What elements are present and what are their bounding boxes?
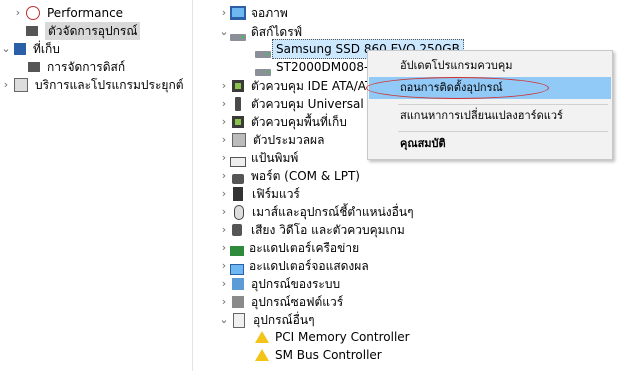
device-category-system[interactable]: › อุปกรณ์ของระบบ xyxy=(218,275,340,293)
display-adapter-icon xyxy=(230,263,244,275)
device-category-ide[interactable]: › ตัวควบคุม IDE ATA/AT xyxy=(218,77,373,95)
speaker-icon xyxy=(232,224,242,236)
disk-drive-icon xyxy=(255,68,271,76)
device-category-software[interactable]: › อุปกรณ์ซอฟต์แวร์ xyxy=(218,293,343,311)
performance-icon xyxy=(26,6,40,20)
device-item-sm-bus-controller[interactable]: SM Bus Controller xyxy=(253,346,382,364)
device-category-mice[interactable]: › เมาส์และอุปกรณ์ชี้ตำแหน่งอื่นๆ xyxy=(218,203,414,221)
chevron-right-icon[interactable]: › xyxy=(218,77,230,95)
usb-icon xyxy=(235,97,241,111)
tree-item-device-manager[interactable]: ตัวจัดการอุปกรณ์ xyxy=(12,22,141,40)
chevron-right-icon[interactable]: › xyxy=(218,149,230,167)
device-manager-icon xyxy=(26,26,38,36)
category-label: อุปกรณ์ซอฟต์แวร์ xyxy=(251,295,344,309)
category-label: เสียง วิดีโอ และตัวควบคุมเกม xyxy=(251,223,405,237)
warning-icon xyxy=(255,331,269,343)
device-category-other[interactable]: ⌄ อุปกรณ์อื่นๆ xyxy=(218,311,315,329)
device-category-display[interactable]: › อะแดปเตอร์จอแสดงผล xyxy=(218,257,369,275)
disk-drive-icon xyxy=(230,33,246,41)
device-category-monitors[interactable]: › จอภาพ xyxy=(218,4,288,22)
disk-drive-icon xyxy=(255,50,271,58)
tree-item-label: การจัดการดิสก์ xyxy=(47,60,126,74)
category-label: ตัวประมวลผล xyxy=(253,133,325,147)
tree-item-services[interactable]: › บริการและโปรแกรมประยุกต์ xyxy=(0,76,184,94)
category-label: อุปกรณ์อื่นๆ xyxy=(253,313,315,327)
device-item-pci-memory-controller[interactable]: PCI Memory Controller xyxy=(253,328,410,346)
tree-item-label: บริการและโปรแกรมประยุกต์ xyxy=(35,78,184,92)
chevron-down-icon[interactable]: ⌄ xyxy=(218,23,230,41)
category-label: อุปกรณ์ของระบบ xyxy=(251,277,341,291)
disk-management-icon xyxy=(28,62,40,72)
device-category-network[interactable]: › อะแดปเตอร์เครือข่าย xyxy=(218,239,359,257)
context-menu: อัปเดตโปรแกรมควบคุม ถอนการติดตั้งอุปกรณ์… xyxy=(367,50,613,160)
chevron-right-icon[interactable]: › xyxy=(218,221,230,239)
chevron-right-icon[interactable]: › xyxy=(218,239,230,257)
processor-icon xyxy=(232,133,246,147)
chevron-right-icon[interactable]: › xyxy=(0,76,12,94)
console-tree: › Performance ตัวจัดการอุปกรณ์ ⌄ ที่เก็บ… xyxy=(0,0,192,371)
firmware-icon xyxy=(233,187,243,201)
annotation-oval xyxy=(366,77,549,99)
menu-item-update-driver[interactable]: อัปเดตโปรแกรมควบคุม xyxy=(369,55,611,77)
chevron-right-icon[interactable]: › xyxy=(218,4,230,22)
chevron-right-icon[interactable]: › xyxy=(218,203,230,221)
category-label: อะแดปเตอร์จอแสดงผล xyxy=(249,259,369,273)
keyboard-icon xyxy=(230,157,246,167)
other-device-icon xyxy=(233,312,245,328)
chevron-right-icon[interactable]: › xyxy=(218,113,230,131)
category-label: อะแดปเตอร์เครือข่าย xyxy=(249,241,360,255)
menu-item-scan-hardware[interactable]: สแกนหาการเปลี่ยนแปลงฮาร์ดแวร์ xyxy=(369,105,611,127)
mouse-icon xyxy=(234,204,244,220)
ide-controller-icon xyxy=(232,80,244,92)
chevron-right-icon[interactable]: › xyxy=(218,167,230,185)
system-device-icon xyxy=(232,278,244,290)
chevron-down-icon[interactable]: ⌄ xyxy=(218,311,230,329)
tree-item-storage[interactable]: ⌄ ที่เก็บ xyxy=(0,40,60,58)
tree-item-label: ตัวจัดการอุปกรณ์ xyxy=(45,22,141,40)
chevron-right-icon[interactable]: › xyxy=(218,185,230,203)
warning-icon xyxy=(255,349,269,361)
chevron-right-icon[interactable]: › xyxy=(218,95,230,113)
device-category-storage-controllers[interactable]: › ตัวควบคุมพื้นที่เก็บ xyxy=(218,113,347,131)
device-category-keyboards[interactable]: › แป้นพิมพ์ xyxy=(218,149,298,167)
chevron-down-icon[interactable]: ⌄ xyxy=(0,40,12,58)
tree-item-label: Performance xyxy=(47,6,124,20)
services-icon xyxy=(14,78,28,92)
storage-controller-icon xyxy=(232,116,244,128)
device-category-firmware[interactable]: › เฟิร์มแวร์ xyxy=(218,185,300,203)
storage-icon xyxy=(14,43,26,55)
tree-item-performance[interactable]: › Performance xyxy=(12,4,123,22)
port-icon xyxy=(232,174,244,184)
chevron-right-icon[interactable]: › xyxy=(218,293,230,311)
category-label: ตัวควบคุม IDE ATA/AT xyxy=(251,79,373,93)
category-label: เฟิร์มแวร์ xyxy=(252,187,300,201)
category-label: จอภาพ xyxy=(251,6,288,20)
device-category-usb[interactable]: › ตัวควบคุม Universal Se xyxy=(218,95,383,113)
device-label: SM Bus Controller xyxy=(275,348,382,362)
monitor-icon xyxy=(230,6,246,20)
device-category-processors[interactable]: › ตัวประมวลผล xyxy=(218,131,324,149)
tree-item-disk-management[interactable]: การจัดการดิสก์ xyxy=(26,58,125,76)
category-label: ตัวควบคุม Universal Se xyxy=(251,97,383,111)
network-adapter-icon xyxy=(230,246,244,256)
device-category-ports[interactable]: › พอร์ต (COM & LPT) xyxy=(218,167,360,185)
software-device-icon xyxy=(232,296,244,308)
category-label: เมาส์และอุปกรณ์ชี้ตำแหน่งอื่นๆ xyxy=(252,205,414,219)
chevron-right-icon[interactable]: › xyxy=(218,131,230,149)
chevron-right-icon[interactable]: › xyxy=(12,4,24,22)
menu-item-properties[interactable]: คุณสมบัติ xyxy=(369,133,611,155)
category-label: พอร์ต (COM & LPT) xyxy=(251,169,360,183)
tree-item-label: ที่เก็บ xyxy=(33,42,60,56)
chevron-right-icon[interactable]: › xyxy=(218,257,230,275)
device-category-sound[interactable]: › เสียง วิดีโอ และตัวควบคุมเกม xyxy=(218,221,405,239)
chevron-right-icon[interactable]: › xyxy=(218,275,230,293)
menu-separator xyxy=(398,131,608,132)
category-label: ตัวควบคุมพื้นที่เก็บ xyxy=(251,115,347,129)
category-label: แป้นพิมพ์ xyxy=(251,151,299,165)
device-label: PCI Memory Controller xyxy=(275,330,410,344)
